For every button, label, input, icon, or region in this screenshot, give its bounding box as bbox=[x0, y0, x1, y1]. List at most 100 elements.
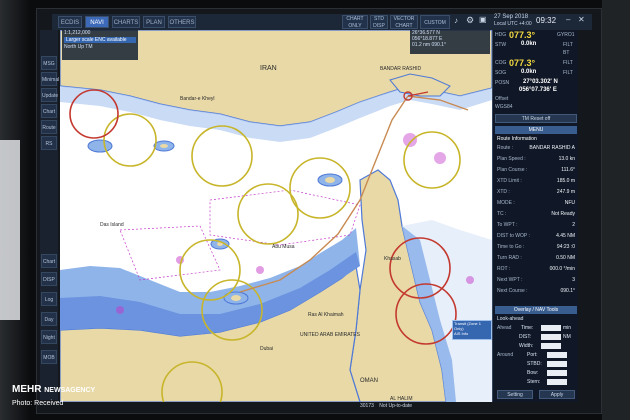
mob-button[interactable]: MOB bbox=[41, 350, 57, 364]
bow-row: Bow: bbox=[497, 369, 577, 377]
chart-button-top[interactable]: Chart bbox=[41, 104, 57, 118]
watermark-agency: NEWSAGENCY bbox=[44, 387, 96, 394]
tab-navi[interactable]: NAVI bbox=[85, 16, 109, 28]
time-input[interactable] bbox=[541, 325, 561, 331]
chart-canvas[interactable]: BANDAR RASHID Bandar-e Kheyl IRAN Khasab… bbox=[60, 30, 492, 402]
port-label: Port: bbox=[527, 352, 538, 358]
sog-value: 0.0kn bbox=[521, 69, 537, 75]
tab-ecdis[interactable]: ECDIS bbox=[58, 16, 82, 28]
msg-button[interactable]: MSG bbox=[41, 56, 57, 70]
alarm-bell-icon[interactable]: ♪ bbox=[454, 16, 458, 25]
tab-others[interactable]: OTHERS bbox=[168, 16, 196, 28]
width-row: Width: bbox=[497, 342, 577, 350]
rs-button[interactable]: RS bbox=[41, 136, 57, 150]
lookahead-title: Look-ahead bbox=[497, 316, 524, 322]
stern-label: Stern: bbox=[527, 379, 541, 385]
route-info-key: XTD Limit : bbox=[497, 178, 522, 184]
chart-note-number: 30173 bbox=[360, 403, 374, 409]
label-iran: IRAN bbox=[260, 65, 277, 72]
vector-chart-line1: VECTOR bbox=[393, 16, 415, 22]
ecdis-top-bar: ECDIS NAVI CHARTS PLAN OTHERS CHART ONLY… bbox=[52, 14, 592, 30]
label-khasab: Khasab bbox=[384, 256, 401, 262]
sog-filt: FILT bbox=[563, 70, 573, 76]
date-label: 27 Sep 2018 bbox=[494, 14, 529, 20]
route-info-key: Turn RAD : bbox=[497, 255, 522, 261]
stern-input[interactable] bbox=[547, 379, 567, 385]
disp-button[interactable]: DISP bbox=[41, 272, 57, 286]
route-info-value: 000.0 °/min bbox=[549, 266, 575, 272]
route-info-key: Plan Speed : bbox=[497, 156, 526, 162]
custom-label: CUSTOM bbox=[424, 20, 446, 26]
route-info-key: ROT : bbox=[497, 266, 511, 272]
larger-scale-button[interactable]: Larger scale ENC available bbox=[64, 37, 136, 43]
label-bandar-kheyl: Bandar-e Kheyl bbox=[180, 96, 214, 102]
route-info-value: NFU bbox=[564, 200, 575, 206]
vector-chart-button[interactable]: VECTOR CHART bbox=[390, 15, 418, 29]
ahead-row: Ahead Time: min bbox=[497, 324, 577, 332]
chart-scale-text: 1:1,212,000 bbox=[64, 30, 91, 36]
orientation-text: North Up TM bbox=[64, 44, 93, 50]
log-button[interactable]: Log bbox=[41, 292, 57, 306]
tm-reset-button[interactable]: TM Reset off bbox=[495, 114, 577, 123]
tab-plan[interactable]: PLAN bbox=[143, 16, 165, 28]
route-button[interactable]: Route bbox=[41, 120, 57, 134]
route-info-title: Route Information bbox=[497, 136, 537, 142]
width-input[interactable] bbox=[541, 343, 561, 349]
island-1 bbox=[160, 144, 168, 148]
minimal-button[interactable]: Minimal bbox=[41, 72, 59, 86]
setting-button[interactable]: Setting bbox=[497, 390, 533, 399]
bow-input[interactable] bbox=[547, 370, 567, 376]
route-info-row: XTD : 247.9 m bbox=[497, 188, 577, 196]
watermark-brand: MEHR bbox=[12, 384, 42, 395]
vector-chart-line2: CHART bbox=[395, 23, 413, 29]
nautical-chart[interactable]: BANDAR RASHID Bandar-e Kheyl IRAN Khasab… bbox=[60, 30, 492, 402]
gear-icon[interactable]: ⚙ bbox=[466, 15, 474, 26]
sog-label: SOG bbox=[495, 70, 507, 76]
label-bandar-rashid: BANDAR RASHID bbox=[380, 66, 422, 72]
stbd-row: STBD: bbox=[497, 360, 577, 368]
stbd-label: STBD: bbox=[527, 361, 542, 367]
port-input[interactable] bbox=[547, 352, 567, 358]
screen-icon[interactable]: ▣ bbox=[479, 15, 487, 24]
apply-button[interactable]: Apply bbox=[539, 390, 575, 399]
offset-label: Offset bbox=[495, 96, 509, 102]
clock-display: 09:32 bbox=[536, 16, 557, 25]
lat-value: 27°03.302' N bbox=[523, 79, 558, 85]
route-info-key: Time to Go : bbox=[497, 244, 525, 250]
std-disp-line2: DISP bbox=[373, 23, 385, 29]
hdg-label: HDG bbox=[495, 32, 507, 38]
label-abu-musa: Abu Musa bbox=[272, 244, 295, 250]
restricted-area-2 bbox=[434, 152, 446, 164]
chart-only-button[interactable]: CHART ONLY bbox=[342, 15, 368, 29]
cog-label: COG bbox=[495, 60, 507, 66]
chart-note-text: Not Up-to-date bbox=[379, 403, 413, 409]
cursor-readout: 26°36.577 N 056°18.877 E 01.2 nm 090.1° bbox=[410, 30, 490, 54]
chart-button[interactable]: Chart bbox=[41, 254, 57, 268]
ais-popup[interactable]: Transit (Zone 1 Only) AIS Info bbox=[452, 320, 492, 340]
update-button[interactable]: Update bbox=[41, 88, 58, 102]
label-dubai: Dubai bbox=[260, 346, 273, 352]
route-info-value: 0.50 NM bbox=[556, 255, 575, 261]
stw-value: 0.0kn bbox=[521, 41, 537, 47]
menu-header[interactable]: MENU bbox=[495, 126, 577, 134]
tab-charts[interactable]: CHARTS bbox=[112, 16, 140, 28]
dist-label: DIST: bbox=[519, 334, 532, 340]
route-info-value: 4.45 NM bbox=[556, 233, 575, 239]
popup-line2: AIS Info bbox=[454, 331, 469, 336]
night-button[interactable]: Night bbox=[41, 330, 57, 344]
stbd-input[interactable] bbox=[547, 361, 567, 367]
overlay-tools-header[interactable]: Overlay / NAV Tools bbox=[495, 306, 577, 314]
day-button[interactable]: Day bbox=[41, 312, 57, 326]
close-icon[interactable]: ✕ bbox=[578, 15, 585, 24]
std-disp-button[interactable]: STD DISP bbox=[370, 15, 388, 29]
custom-button[interactable]: CUSTOM bbox=[420, 15, 450, 29]
dist-row: DIST: NM bbox=[497, 333, 577, 341]
minimize-icon[interactable]: – bbox=[566, 15, 570, 24]
chart-only-line2: ONLY bbox=[348, 23, 362, 29]
route-info-row: To WPT : 2 bbox=[497, 221, 577, 229]
dist-input[interactable] bbox=[541, 334, 561, 340]
route-info-value: 185.0 m bbox=[556, 178, 575, 184]
route-info-value: 94:23 :0 bbox=[556, 244, 575, 250]
label-das-island: Das Island bbox=[100, 222, 124, 228]
restricted-area-5 bbox=[116, 306, 124, 314]
